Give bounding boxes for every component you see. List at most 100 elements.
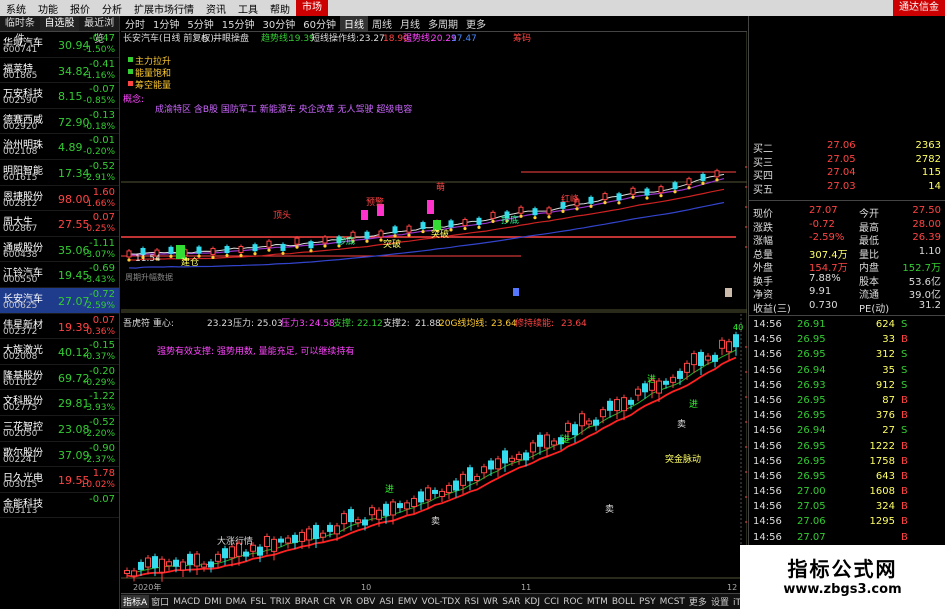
stock-row[interactable]: 三花智控 002050 23.08 -0.52 -2.20% [0,416,119,442]
stat-value: -0.72 [809,218,835,230]
candle-body [474,475,480,481]
tick-price: 27.06 [797,516,826,528]
tick-price: 26.94 [797,425,826,437]
period-tab[interactable]: 1分钟 [149,16,183,31]
market-button[interactable]: 市场 [296,0,328,16]
trading-app: 系统 功能 报价 分析 扩展市场行情 资讯 工具 帮助 市场 通达信金 临时条件… [0,0,945,609]
tick-price: 27.07 [797,531,826,543]
stock-code: 002920 [3,121,38,132]
indicator-tab[interactable]: 指标A [121,595,150,608]
indicator-tab[interactable]: WR [481,597,500,607]
stock-row[interactable]: 治州明珠 002108 4.89 -0.01 -0.20% [0,134,119,160]
indicator-tab[interactable]: 设置 [709,595,731,608]
stock-row[interactable]: 周大生 002867 27.55 0.07 0.25% [0,211,119,237]
period-tab[interactable]: 月线 [396,16,424,31]
stock-pct: 1.66% [86,198,115,209]
stock-row[interactable]: 长安汽车 000625 27.07 -0.72 -2.59% [0,287,119,314]
stock-code: 002050 [3,428,38,439]
menu-help[interactable]: 帮助 [264,1,296,16]
menu-tools[interactable]: 工具 [232,1,264,16]
tab-favorites[interactable]: 自选股 [39,16,80,31]
indicator-tab[interactable]: VOL-TDX [419,597,462,607]
candle-body [677,370,683,379]
period-tab[interactable]: 5分钟 [183,16,217,31]
indicator-tab[interactable]: RSI [462,597,481,607]
indicator-tab[interactable]: ROC [561,597,585,607]
indicator-tab[interactable]: KDJ [522,597,542,607]
menu-extended-market[interactable]: 扩展市场行情 [128,1,200,16]
legend-swatch [128,81,133,86]
indicator-tab[interactable]: 更多 [687,595,709,608]
period-tab[interactable]: 60分钟 [299,16,340,31]
indicator-tab[interactable]: VR [338,597,354,607]
indicator-tab[interactable]: ASI [377,597,396,607]
menu-news[interactable]: 资讯 [200,1,232,16]
indicator-tab[interactable]: BRAR [293,597,321,607]
stock-row[interactable]: 恩捷股份 002812 98.00 1.60 1.66% [0,186,119,212]
menu-function[interactable]: 功能 [32,1,64,16]
stock-row[interactable]: 福莱特 601865 34.82 -0.41 -1.16% [0,58,119,84]
candle-body [546,207,552,215]
indicator-tab[interactable]: CCI [542,597,561,607]
indicator-tab[interactable]: BOLL [610,597,637,607]
indicator-tab[interactable]: DMA [224,597,249,607]
indicator-tab[interactable]: OBV [354,597,377,607]
indicator-tab[interactable]: CR [321,597,338,607]
stock-row[interactable]: 华域汽车 600741 30.94 -0.47 -1.50% [0,32,119,58]
menu-analysis[interactable]: 分析 [96,1,128,16]
label-sell: 卖 [605,504,614,515]
stock-row[interactable]: 德赛西威 002920 72.90 -0.13 -0.18% [0,109,119,135]
tab-temp-condition[interactable]: 临时条件 [0,16,40,45]
period-tab[interactable]: 多周期 [424,16,462,31]
period-tab[interactable]: 周线 [368,16,396,31]
stock-row[interactable]: 金能科技 603113 -0.07 [0,493,119,519]
tick-time: 14:56 [753,319,782,330]
stock-row[interactable]: 明阳智能 601615 17.34 -0.52 -2.91% [0,160,119,186]
indicator-tab[interactable]: FSL [248,597,268,607]
stock-code: 002372 [3,326,38,337]
stat-row: 现价 27.07 今开 27.50 [749,205,945,220]
tab-recent[interactable]: 最近浏览 [79,16,119,45]
stock-row[interactable]: 隆基股份 601012 69.72 -0.20 -0.29% [0,365,119,391]
period-tab[interactable]: 更多 [462,16,490,31]
candle-body [658,186,664,194]
indicator-tab[interactable]: MTM [585,597,610,607]
candle-body [518,206,524,214]
indicator-tab[interactable]: EMV [396,597,420,607]
bid-label: 买五 [753,184,773,196]
stock-row[interactable]: 歌尔股份 002241 37.09 -0.90 -2.37% [0,442,119,468]
signal-dot [169,254,173,258]
period-tab[interactable]: 15分钟 [218,16,259,31]
indicator-tab[interactable]: MCST [658,597,687,607]
candle-body [341,513,347,525]
stock-row[interactable]: 通威股份 600438 35.06 -1.11 -3.07% [0,237,119,263]
tick-time: 14:56 [753,486,782,498]
indicator-tab[interactable]: TRIX [268,597,293,607]
tick-row: 14:56 27.05 324 B [749,501,945,516]
indicator-bar: 指标A 窗口 MACD DMI DMA FSL TRIX BRAR CR VR OBV ASI EMV V… [121,593,747,609]
candle-body [390,501,396,516]
candle-body [532,208,538,216]
candle-body [334,525,340,535]
period-tab[interactable]: 30分钟 [258,16,299,31]
period-tab[interactable]: 分时 [121,16,149,31]
menu-system[interactable]: 系统 [0,1,32,16]
indicator-tab[interactable]: MACD [171,597,202,607]
kline-charts[interactable]: 长安汽车(日线 前复权)◎ 井眼操盘 趋势线:19.39短线操作线: 23.2718.… [121,32,776,593]
stock-row[interactable]: 大族激光 002008 40.12 -0.15 -0.37% [0,339,119,365]
stock-row[interactable]: 伟星新材 002372 19.39 0.07 0.36% [0,314,119,340]
menu-quote[interactable]: 报价 [64,1,96,16]
stock-row[interactable]: 江铃汽车 000550 19.45 -0.69 -3.43% [0,262,119,288]
signal-dot [701,181,705,186]
candle-body [453,480,459,491]
stock-row[interactable]: 日久光电 003015 19.55 1.78 10.02% [0,467,119,493]
stock-row[interactable]: 文科股份 002775 29.81 -1.22 -3.93% [0,390,119,416]
indicator-tab[interactable]: PSY [637,597,658,607]
period-tab[interactable]: 日线 [339,16,368,31]
indicator-tab[interactable]: 窗口 [149,595,171,608]
indicator-tab[interactable]: DMI [202,597,223,607]
tick-volume: 324 [875,501,895,513]
candle-body [280,243,286,251]
stock-row[interactable]: 万安科技 002590 8.15 -0.07 -0.85% [0,83,119,109]
indicator-tab[interactable]: SAR [500,597,522,607]
